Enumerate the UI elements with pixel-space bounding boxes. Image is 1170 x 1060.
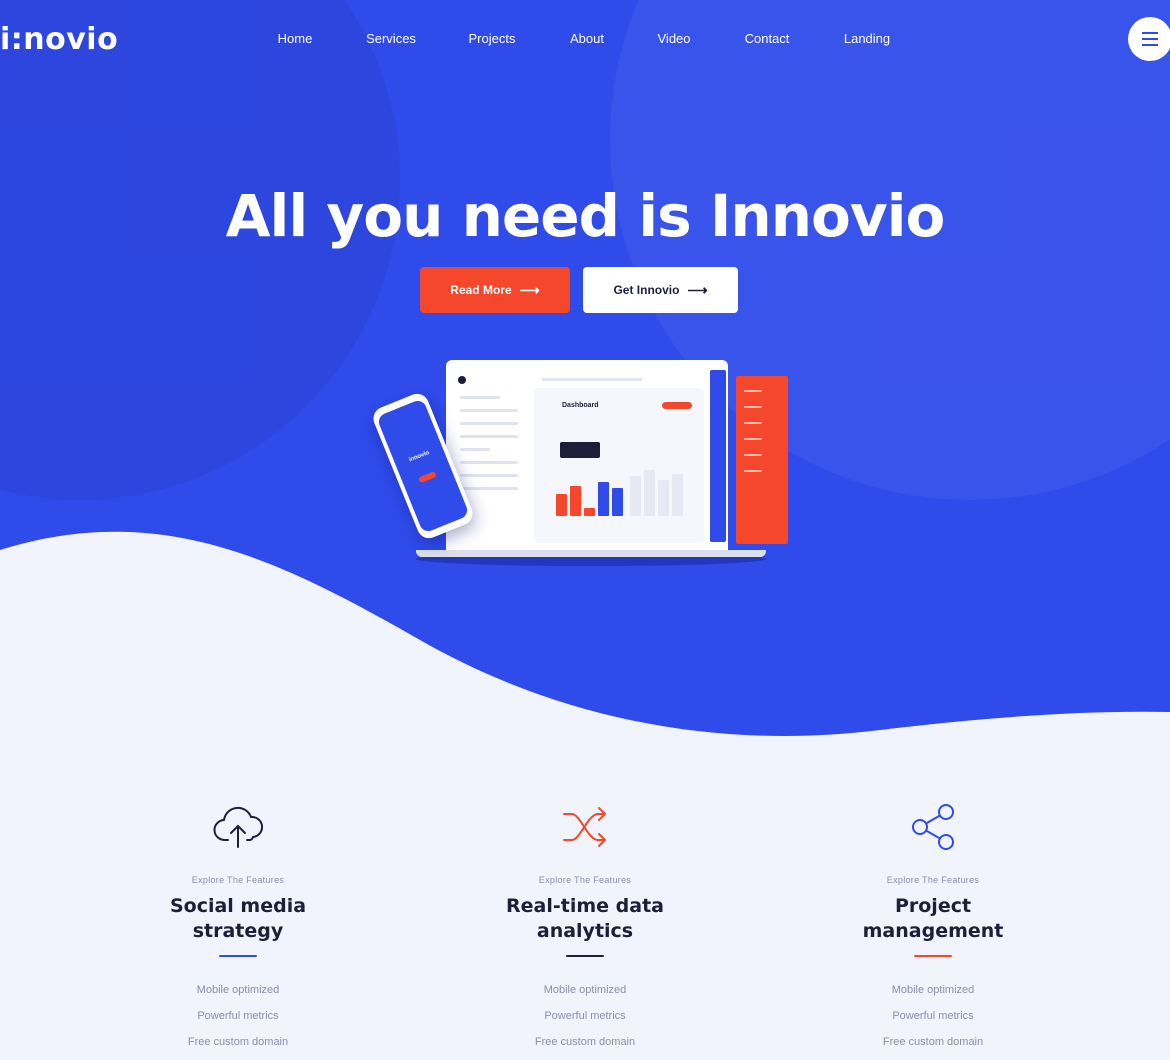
get-innovio-label: Get Innovio [613, 283, 680, 297]
nav-services[interactable]: Services [366, 31, 416, 46]
share-icon [912, 804, 954, 850]
feature-title: Social media strategy [169, 895, 307, 942]
product-mockup: Dashboard innovio [369, 360, 788, 566]
phone-brand: innovio [408, 449, 431, 464]
get-innovio-button[interactable]: Get Innovio ⟶ [583, 267, 738, 313]
mockup-side-panel [736, 376, 788, 544]
mockup-dashboard-title: Dashboard [562, 402, 599, 409]
menu-button[interactable] [1128, 17, 1170, 61]
mockup-avatar [458, 376, 466, 384]
mockup-dashboard-button [662, 402, 692, 409]
feature-project-management: Explore The Features Project management … [783, 800, 1083, 1055]
feature-list: Mobile optimized Powerful metrics Free c… [783, 977, 1083, 1055]
feature-eyebrow: Explore The Features [886, 875, 980, 885]
nav-contact[interactable]: Contact [745, 31, 790, 46]
hamburger-icon-line [1142, 44, 1158, 46]
feature-list-item: Free custom domain [534, 1036, 636, 1048]
feature-eyebrow: Explore The Features [191, 875, 285, 885]
cloud-upload-icon [213, 806, 263, 848]
hero-shade [0, 0, 400, 500]
feature-title: Project management [862, 895, 1004, 942]
nav-projects[interactable]: Projects [469, 31, 516, 46]
feature-eyebrow: Explore The Features [538, 875, 632, 885]
feature-underline [914, 955, 952, 957]
feature-social-media: Explore The Features Social media strate… [88, 800, 388, 1055]
mockup-dashboard-panel: Dashboard [534, 388, 704, 543]
feature-list-item: Powerful metrics [197, 1010, 279, 1022]
feature-title: Real-time data analytics [506, 895, 664, 942]
read-more-button[interactable]: Read More ⟶ [420, 267, 570, 313]
shuffle-icon [563, 807, 606, 847]
feature-list-item: Free custom domain [882, 1036, 984, 1048]
feature-list-item: Mobile optimized [543, 984, 627, 996]
phone-button [418, 470, 437, 484]
mockup-search-bar [542, 378, 642, 381]
arrow-right-icon: ⟶ [687, 281, 708, 298]
feature-underline [566, 955, 604, 957]
feature-underline [219, 955, 257, 957]
hero-title: All you need is Innovio [225, 182, 946, 250]
feature-list-item: Mobile optimized [891, 984, 975, 996]
feature-list-item: Powerful metrics [544, 1010, 626, 1022]
feature-list-item: Mobile optimized [196, 984, 280, 996]
mockup-blue-strip [710, 370, 726, 542]
read-more-label: Read More [450, 283, 512, 297]
mockup-bar-chart [556, 452, 696, 516]
hamburger-icon-line [1142, 38, 1158, 40]
feature-list: Mobile optimized Powerful metrics Free c… [435, 977, 735, 1055]
feature-list-item: Powerful metrics [892, 1010, 974, 1022]
laptop-screen: Dashboard [446, 360, 728, 552]
nav-video[interactable]: Video [657, 31, 690, 46]
nav-landing[interactable]: Landing [844, 31, 890, 46]
feature-data-analytics: Explore The Features Real-time data anal… [435, 800, 735, 1055]
feature-list: Mobile optimized Powerful metrics Free c… [88, 977, 388, 1055]
nav-about[interactable]: About [570, 31, 604, 46]
hamburger-icon [1142, 32, 1158, 34]
feature-list-item: Free custom domain [187, 1036, 289, 1048]
main-nav: Home Services Projects About Video Conta… [0, 31, 1170, 51]
laptop-base [416, 550, 766, 557]
nav-home[interactable]: Home [278, 31, 313, 46]
arrow-right-icon: ⟶ [519, 281, 540, 298]
